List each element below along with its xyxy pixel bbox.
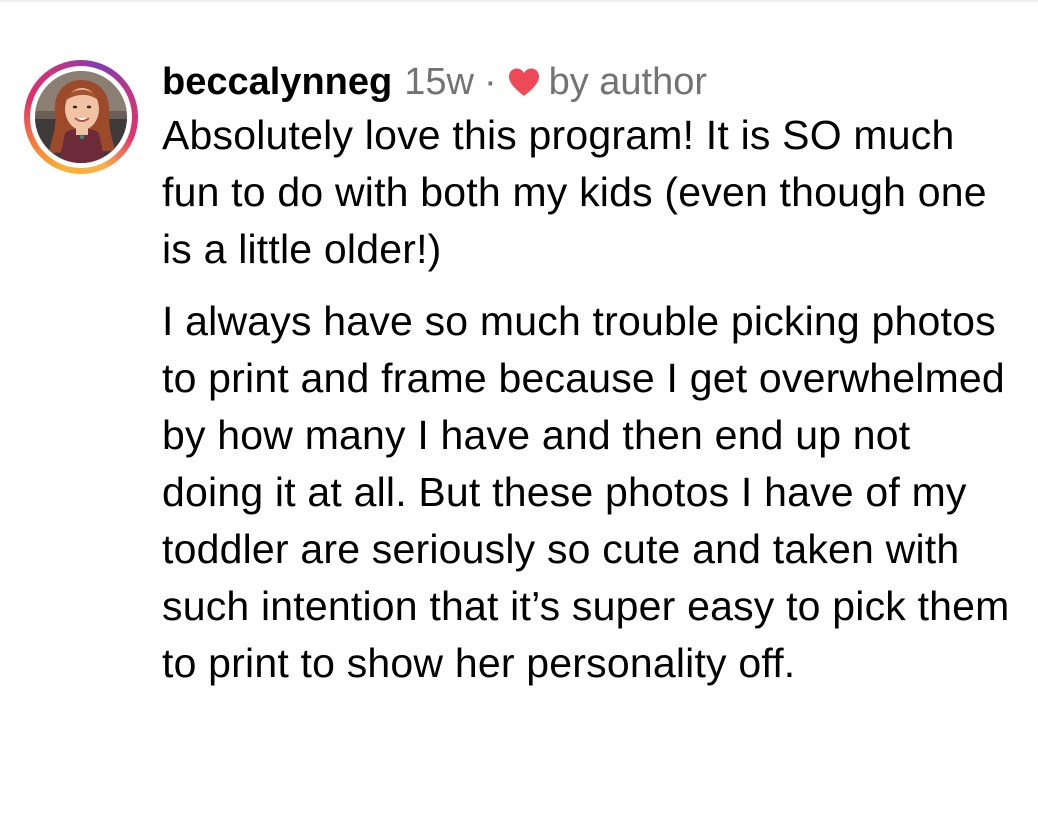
- avatar[interactable]: [35, 71, 127, 163]
- comment-meta: beccalynneg 15w · by author: [162, 58, 1022, 106]
- meta-separator: ·: [483, 61, 497, 103]
- comment: beccalynneg 15w · by author Absolutely l…: [0, 0, 1038, 826]
- avatar-photo: [35, 71, 127, 163]
- avatar-story-ring[interactable]: [24, 60, 138, 174]
- heart-icon: [508, 68, 539, 96]
- comment-paragraph-2: I always have so much trouble picking ph…: [162, 298, 1010, 686]
- timestamp[interactable]: 15w: [404, 58, 474, 106]
- username-link[interactable]: beccalynneg: [162, 58, 392, 106]
- comment-paragraph-1: Absolutely love this program! It is SO m…: [162, 112, 987, 272]
- avatar-ring-gap: [30, 66, 132, 168]
- liked-by-author-label: by author: [548, 61, 708, 103]
- comment-content: beccalynneg 15w · by author Absolutely l…: [162, 58, 1022, 692]
